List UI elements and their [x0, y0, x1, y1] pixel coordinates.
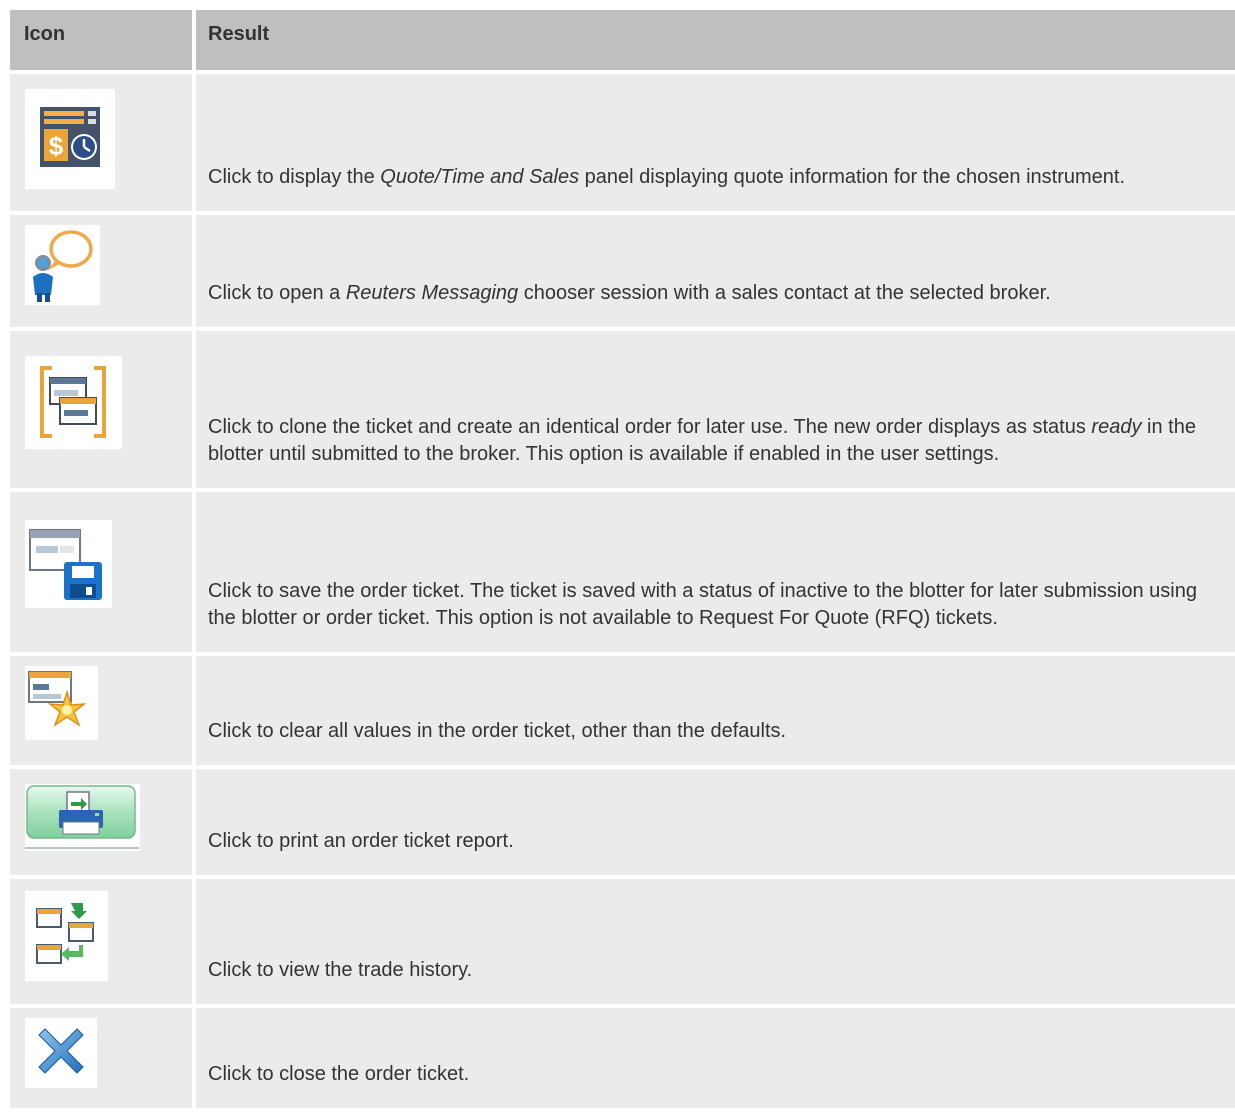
result-text: Click to print an order ticket report. [208, 830, 514, 852]
result-cell: Click to clear all values in the order t… [196, 656, 1235, 765]
table-header-row: Icon Result [10, 10, 1235, 70]
result-text: Click to clear all values in the order t… [208, 720, 787, 742]
table-row: Click to view the trade history. [10, 879, 1235, 1004]
close-ticket-icon [25, 1018, 97, 1088]
print-report-icon [25, 784, 140, 851]
quote-time-sales-icon: $ [25, 89, 115, 189]
result-cell: Click to save the order ticket. The tick… [196, 492, 1235, 652]
result-text: Click to open a Reuters Messaging choose… [208, 282, 1051, 304]
trade-history-icon [25, 891, 108, 981]
table-row: Click to save the order ticket. The tick… [10, 492, 1235, 652]
clone-ticket-icon [25, 356, 122, 449]
icon-cell [10, 331, 192, 488]
icon-cell [10, 1008, 192, 1108]
messaging-contact-icon [25, 225, 100, 305]
table-row: Click to print an order ticket report. [10, 769, 1235, 875]
table-row: Click to clone the ticket and create an … [10, 331, 1235, 488]
result-text: Click to view the trade history. [208, 959, 473, 981]
table-row: $ Click to display the Quote/Time and Sa… [10, 74, 1235, 211]
header-cell-result: Result [196, 10, 1235, 70]
header-icon-label: Icon [24, 23, 66, 45]
result-cell: Click to view the trade history. [196, 879, 1235, 1004]
icon-cell [10, 879, 192, 1004]
table-row: Click to clear all values in the order t… [10, 656, 1235, 765]
result-cell: Click to display the Quote/Time and Sale… [196, 74, 1235, 211]
header-result-label: Result [208, 23, 270, 45]
icon-cell [10, 656, 192, 765]
clear-values-icon [25, 666, 98, 740]
icon-cell [10, 769, 192, 875]
icon-result-table: Icon Result $ Click to display the Quote… [10, 10, 1235, 1108]
icon-cell: $ [10, 74, 192, 211]
header-cell-icon: Icon [10, 10, 192, 70]
result-cell: Click to close the order ticket. [196, 1008, 1235, 1108]
table-row: Click to close the order ticket. [10, 1008, 1235, 1108]
result-text: Click to close the order ticket. [208, 1063, 470, 1085]
save-ticket-icon [25, 520, 112, 608]
result-text: Click to save the order ticket. The tick… [208, 580, 1197, 629]
result-cell: Click to open a Reuters Messaging choose… [196, 215, 1235, 327]
table-row: Click to open a Reuters Messaging choose… [10, 215, 1235, 327]
result-text: Click to clone the ticket and create an … [208, 416, 1196, 465]
svg-text:$: $ [49, 131, 64, 161]
icon-cell [10, 492, 192, 652]
result-cell: Click to print an order ticket report. [196, 769, 1235, 875]
result-text: Click to display the Quote/Time and Sale… [208, 166, 1126, 188]
icon-cell [10, 215, 192, 327]
result-cell: Click to clone the ticket and create an … [196, 331, 1235, 488]
